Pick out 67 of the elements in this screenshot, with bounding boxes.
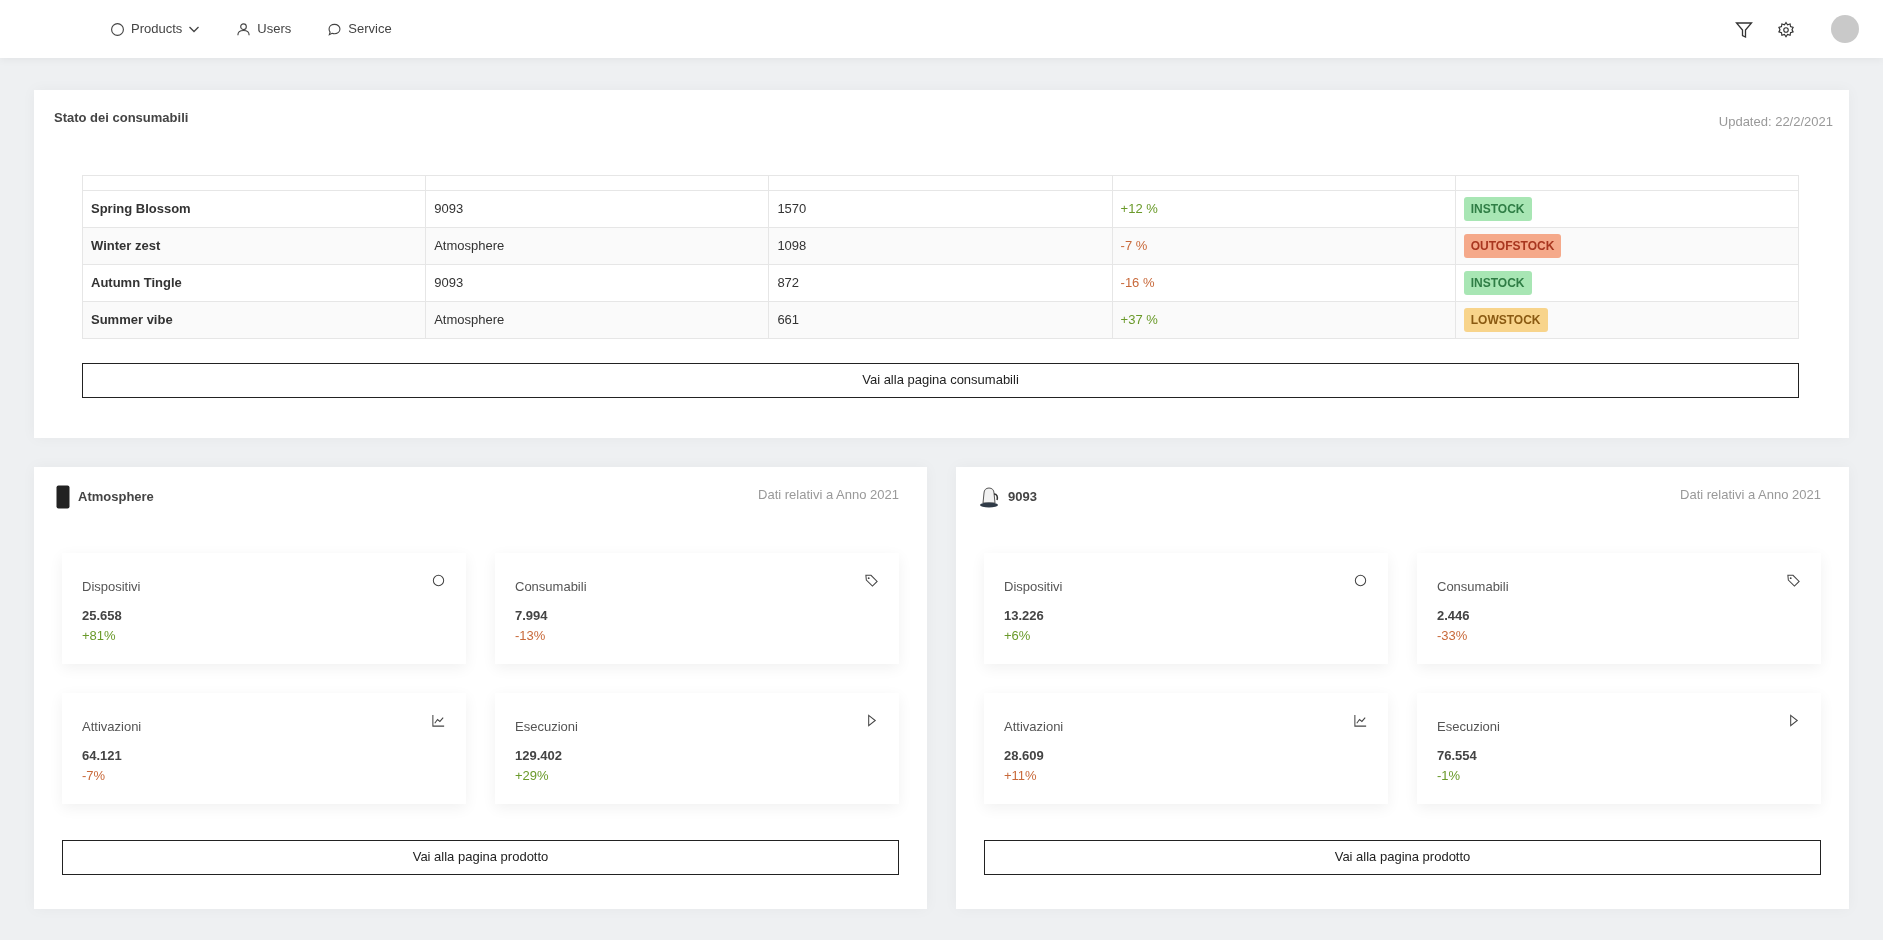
stat-label: Attivazioni — [1004, 717, 1064, 736]
table-cell: +12 % — [1112, 190, 1456, 227]
stat-change: +81% — [82, 626, 116, 645]
speech-bubble-icon — [327, 21, 343, 37]
stat-value: 13.226 — [1004, 607, 1045, 625]
table-cell: Summer vibe — [82, 301, 426, 338]
table-cell: -16 % — [1112, 264, 1456, 301]
table-cell: 661 — [768, 301, 1113, 338]
status-tag: OUTOFSTOCK — [1463, 233, 1562, 258]
table-cell: Atmosphere — [425, 301, 769, 338]
stat-change: -7% — [82, 766, 106, 785]
tag-icon — [1786, 572, 1801, 588]
stat-label: Consumabili — [515, 577, 587, 596]
updated-date: Updated: 22/2/2021 — [1718, 113, 1833, 131]
table-cell: Spring Blossom — [82, 190, 426, 227]
kettle-icon — [978, 484, 1000, 509]
stat-change: -1% — [1437, 766, 1461, 785]
stat-label: Esecuzioni — [515, 717, 578, 736]
product-page-button[interactable]: Vai alla pagina prodotto — [984, 839, 1821, 875]
nav-link[interactable]: Products — [104, 15, 207, 43]
product-page-button[interactable]: Vai alla pagina prodotto — [62, 839, 899, 875]
table-cell: 9093 — [425, 190, 769, 227]
nav-link[interactable]: Users — [230, 15, 298, 43]
line-chart-icon — [1353, 712, 1368, 728]
stat-change: +6% — [1004, 626, 1031, 645]
stat-change: +11% — [1004, 766, 1037, 785]
panel-title: Stato dei consumabili — [54, 109, 189, 127]
circle-icon — [1353, 572, 1368, 588]
table-cell: +37 % — [1112, 301, 1456, 338]
table-cell: 9093 — [425, 264, 769, 301]
stat-value: 28.609 — [1004, 747, 1045, 765]
nav-link[interactable]: Service — [321, 15, 398, 43]
period-label: Dati relativi a Anno 2021 — [758, 485, 899, 504]
circle-icon — [431, 572, 446, 588]
stat-label: Esecuzioni — [1437, 717, 1500, 736]
stat-label: Dispositivi — [82, 577, 141, 596]
table-cell: Autumn Tingle — [82, 264, 426, 301]
status-tag: INSTOCK — [1463, 270, 1532, 295]
stat-value: 76.554 — [1437, 747, 1478, 765]
table-cell: Atmosphere — [425, 227, 769, 264]
stat-value: 25.658 — [82, 607, 123, 625]
status-tag: LOWSTOCK — [1463, 307, 1548, 332]
stat-change: +29% — [515, 766, 549, 785]
stat-value: 2.446 — [1437, 607, 1471, 625]
stat-change: -13% — [515, 626, 546, 645]
stat-label: Dispositivi — [1004, 577, 1063, 596]
table-cell: -7 % — [1112, 227, 1456, 264]
product-name: Atmosphere — [78, 487, 154, 506]
stat-value: 129.402 — [515, 747, 563, 765]
table-cell: 872 — [768, 264, 1113, 301]
person-icon — [236, 21, 252, 37]
table-cell: 1570 — [768, 190, 1113, 227]
period-label: Dati relativi a Anno 2021 — [1680, 485, 1821, 504]
table-cell: 1098 — [768, 227, 1113, 264]
product-name: 9093 — [1008, 487, 1037, 506]
consumables-page-button[interactable]: Vai alla pagina consumabili — [82, 362, 1799, 398]
stat-label: Attivazioni — [82, 717, 142, 736]
stat-change: -33% — [1437, 626, 1468, 645]
device-icon — [56, 484, 70, 509]
tag-icon — [864, 572, 879, 588]
stat-value: 64.121 — [82, 747, 123, 765]
stat-label: Consumabili — [1437, 577, 1509, 596]
table-cell: Winter zest — [82, 227, 426, 264]
line-chart-icon — [431, 712, 446, 728]
status-tag: INSTOCK — [1463, 196, 1532, 221]
circle-icon — [110, 21, 125, 37]
stat-value: 7.994 — [515, 607, 549, 625]
